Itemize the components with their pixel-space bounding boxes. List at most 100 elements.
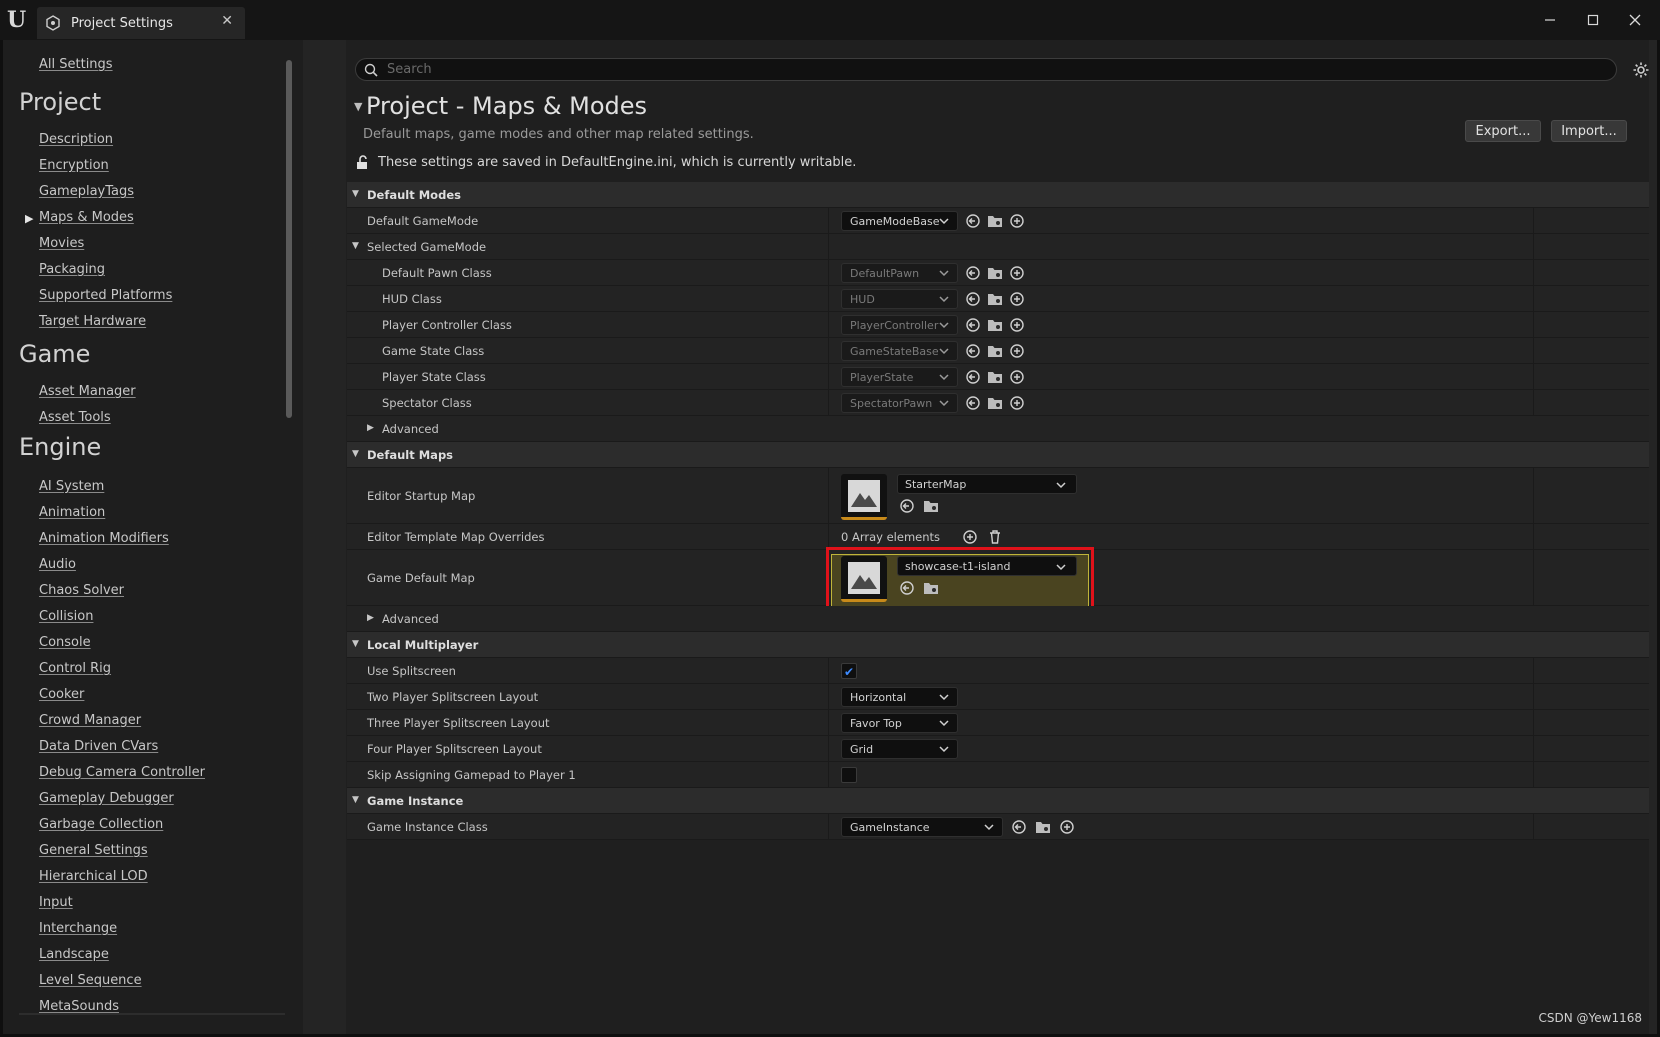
- property-label: Game Default Map: [367, 571, 475, 585]
- skip-gamepad-checkbox[interactable]: [841, 767, 857, 783]
- sidebar-item-gameplaytags[interactable]: GameplayTags: [39, 184, 134, 199]
- sidebar-item-packaging[interactable]: Packaging: [39, 262, 105, 277]
- add-plus-icon[interactable]: [1009, 369, 1025, 385]
- add-plus-icon[interactable]: [1009, 265, 1025, 281]
- class-combo[interactable]: HUD: [841, 289, 958, 309]
- browse-folder-icon[interactable]: [987, 291, 1003, 307]
- use-selected-icon[interactable]: [965, 369, 981, 385]
- sidebar-item-cooker[interactable]: Cooker: [39, 687, 84, 702]
- add-plus-icon[interactable]: [1009, 395, 1025, 411]
- sidebar-item-interchange[interactable]: Interchange: [39, 921, 117, 936]
- sidebar-item-audio[interactable]: Audio: [39, 557, 76, 572]
- sidebar-scrollbar[interactable]: [286, 60, 292, 418]
- sidebar-item-metasounds[interactable]: MetaSounds: [39, 999, 119, 1014]
- sidebar-item-control-rig[interactable]: Control Rig: [39, 661, 111, 676]
- use-selected-icon[interactable]: [965, 317, 981, 333]
- three-player-layout-combo[interactable]: Favor Top: [841, 713, 958, 733]
- sidebar-item-console[interactable]: Console: [39, 635, 91, 650]
- sidebar-item-ai-system[interactable]: AI System: [39, 479, 104, 494]
- sidebar-item-movies[interactable]: Movies: [39, 236, 84, 251]
- use-selected-icon[interactable]: [965, 395, 981, 411]
- sidebar-item-hierarchical-lod[interactable]: Hierarchical LOD: [39, 869, 148, 884]
- property-row-advanced-maps[interactable]: ▶ Advanced: [347, 606, 1649, 632]
- class-combo[interactable]: DefaultPawn: [841, 263, 958, 283]
- class-combo[interactable]: PlayerController: [841, 315, 958, 335]
- tab-project-settings[interactable]: Project Settings ✕: [37, 7, 245, 39]
- two-player-layout-combo[interactable]: Horizontal: [841, 687, 958, 707]
- add-plus-icon[interactable]: [1009, 343, 1025, 359]
- sidebar-item-target-hardware[interactable]: Target Hardware: [39, 314, 146, 329]
- import-button[interactable]: Import...: [1551, 120, 1627, 142]
- section-header-default-modes[interactable]: ▼ Default Modes: [347, 182, 1649, 208]
- sidebar-all-settings[interactable]: All Settings: [39, 57, 113, 72]
- search-box[interactable]: [355, 58, 1617, 81]
- sidebar-item-animation[interactable]: Animation: [39, 505, 105, 520]
- trash-icon[interactable]: [987, 529, 1003, 545]
- game-instance-class-combo[interactable]: GameInstance: [841, 817, 1003, 837]
- sidebar-item-asset-manager[interactable]: Asset Manager: [39, 384, 136, 399]
- sidebar-item-general-settings[interactable]: General Settings: [39, 843, 148, 858]
- use-selected-icon[interactable]: [899, 580, 915, 596]
- add-plus-icon[interactable]: [1009, 317, 1025, 333]
- sidebar-item-chaos-solver[interactable]: Chaos Solver: [39, 583, 124, 598]
- sidebar-item-collision[interactable]: Collision: [39, 609, 93, 624]
- sidebar-item-gameplay-debugger[interactable]: Gameplay Debugger: [39, 791, 174, 806]
- use-selected-icon[interactable]: [1011, 819, 1027, 835]
- four-player-layout-combo[interactable]: Grid: [841, 739, 958, 759]
- use-selected-icon[interactable]: [899, 498, 915, 514]
- sidebar-item-encryption[interactable]: Encryption: [39, 158, 109, 173]
- class-combo[interactable]: GameStateBase: [841, 341, 958, 361]
- use-selected-icon[interactable]: [965, 343, 981, 359]
- export-button[interactable]: Export...: [1465, 120, 1541, 142]
- sidebar-item-debug-camera-controller[interactable]: Debug Camera Controller: [39, 765, 205, 780]
- property-row-advanced-modes[interactable]: ▶ Advanced: [347, 416, 1649, 442]
- class-combo[interactable]: PlayerState: [841, 367, 958, 387]
- sidebar-item-maps-modes[interactable]: Maps & Modes: [39, 210, 134, 225]
- sidebar-item-animation-modifiers[interactable]: Animation Modifiers: [39, 531, 169, 546]
- section-header-game-instance[interactable]: ▼ Game Instance: [347, 788, 1649, 814]
- sidebar-item-level-sequence[interactable]: Level Sequence: [39, 973, 142, 988]
- section-header-default-maps[interactable]: ▼ Default Maps: [347, 442, 1649, 468]
- sidebar-item-input[interactable]: Input: [39, 895, 73, 910]
- sidebar-item-asset-tools[interactable]: Asset Tools: [39, 410, 111, 425]
- map-thumbnail[interactable]: [841, 474, 887, 520]
- use-splitscreen-checkbox[interactable]: ✔: [841, 663, 857, 679]
- minimize-button[interactable]: [1535, 8, 1565, 32]
- sidebar-item-data-driven-cvars[interactable]: Data Driven CVars: [39, 739, 158, 754]
- use-selected-icon[interactable]: [965, 291, 981, 307]
- browse-folder-icon[interactable]: [987, 317, 1003, 333]
- add-plus-icon[interactable]: [1059, 819, 1075, 835]
- browse-folder-icon[interactable]: [1035, 819, 1051, 835]
- use-selected-icon[interactable]: [965, 265, 981, 281]
- maximize-button[interactable]: [1578, 8, 1608, 32]
- property-row-selected-gamemode[interactable]: ▼ Selected GameMode: [347, 234, 1649, 260]
- add-plus-icon[interactable]: [1009, 291, 1025, 307]
- sidebar-item-supported-platforms[interactable]: Supported Platforms: [39, 288, 172, 303]
- gear-icon[interactable]: [1632, 61, 1650, 79]
- browse-folder-icon[interactable]: [987, 265, 1003, 281]
- default-gamemode-combo[interactable]: GameModeBase: [841, 211, 958, 231]
- add-plus-icon[interactable]: [1009, 213, 1025, 229]
- browse-folder-icon[interactable]: [923, 580, 939, 596]
- window-close-button[interactable]: [1620, 8, 1650, 32]
- add-element-icon[interactable]: [962, 529, 978, 545]
- class-combo[interactable]: SpectatorPawn: [841, 393, 958, 413]
- editor-startup-map-combo[interactable]: StarterMap: [897, 474, 1077, 494]
- sidebar-item-landscape[interactable]: Landscape: [39, 947, 109, 962]
- sidebar-item-garbage-collection[interactable]: Garbage Collection: [39, 817, 163, 832]
- settings-window: All Settings Project Description Encrypt…: [3, 40, 1657, 1034]
- search-input[interactable]: [387, 62, 1587, 77]
- use-selected-icon[interactable]: [965, 213, 981, 229]
- browse-folder-icon[interactable]: [923, 498, 939, 514]
- map-thumbnail[interactable]: [841, 556, 887, 602]
- browse-folder-icon[interactable]: [987, 343, 1003, 359]
- game-default-map-combo[interactable]: showcase-t1-island: [897, 556, 1077, 576]
- tab-close-icon[interactable]: ✕: [221, 13, 233, 29]
- collapse-title-icon[interactable]: ▼: [354, 100, 362, 113]
- browse-folder-icon[interactable]: [987, 369, 1003, 385]
- section-header-local-multiplayer[interactable]: ▼ Local Multiplayer: [347, 632, 1649, 658]
- browse-folder-icon[interactable]: [987, 213, 1003, 229]
- sidebar-item-crowd-manager[interactable]: Crowd Manager: [39, 713, 141, 728]
- sidebar-item-description[interactable]: Description: [39, 132, 113, 147]
- browse-folder-icon[interactable]: [987, 395, 1003, 411]
